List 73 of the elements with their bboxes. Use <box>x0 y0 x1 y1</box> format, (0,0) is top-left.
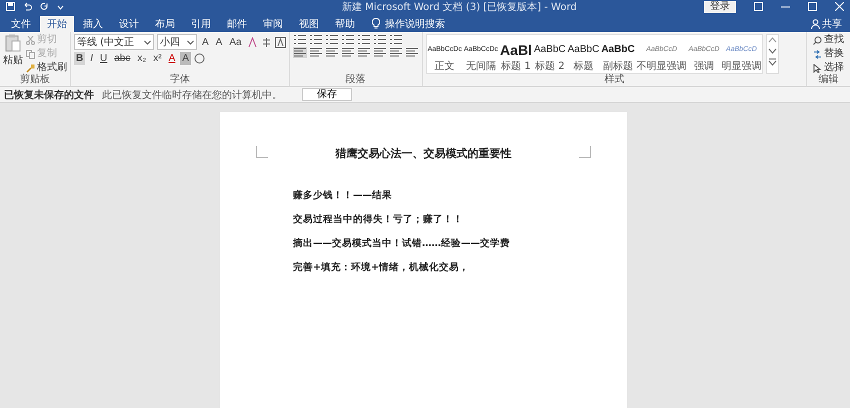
more-styles-icon[interactable] <box>768 58 778 66</box>
font-size-field[interactable]: 小四 <box>157 34 197 50</box>
scroll-down-icon[interactable] <box>768 47 778 55</box>
copy-icon <box>26 50 35 58</box>
style-gallery-item[interactable]: AaBbC 副标题 <box>600 35 636 73</box>
save-icon[interactable] <box>6 2 15 11</box>
style-gallery-item[interactable]: AaBbC 标题 2 <box>532 35 567 73</box>
ribbon-tab[interactable]: 开始 <box>40 16 74 32</box>
ribbon-tab[interactable]: 文件 <box>4 16 38 32</box>
share-button[interactable]: 共享 <box>822 16 842 32</box>
character-border-icon[interactable] <box>274 36 286 48</box>
style-gallery-item[interactable]: AaBl 标题 1 <box>499 35 533 73</box>
group-label: 编辑 <box>818 74 840 85</box>
login-button[interactable]: 登录 <box>704 0 736 12</box>
undo-icon[interactable] <box>23 2 32 11</box>
scissors-icon <box>26 36 35 44</box>
font-button[interactable]: A <box>200 36 211 48</box>
ribbon-tab[interactable]: 插入 <box>76 16 110 32</box>
margin-corner-mark <box>256 146 268 158</box>
style-gallery-item[interactable]: AaBbC 标题 <box>566 35 600 73</box>
window-title: 新建 Microsoft Word 文档 (3) [已恢复版本] - Word <box>342 0 577 14</box>
scroll-up-icon[interactable] <box>768 36 778 44</box>
group-label: 剪贴板 <box>19 74 51 85</box>
tell-me-search[interactable]: 操作说明搜索 <box>385 16 445 32</box>
replace-icon <box>813 50 822 58</box>
dropdown-caret-icon[interactable] <box>144 40 151 44</box>
font-button[interactable]: Aa <box>227 36 244 48</box>
search-icon <box>813 36 822 44</box>
font-name-field[interactable]: 等线 (中文正 <box>74 34 154 50</box>
margin-corner-mark <box>579 146 591 158</box>
font-button[interactable]: B <box>74 52 86 65</box>
ribbon-tab[interactable]: 帮助 <box>328 16 362 32</box>
select-button[interactable]: 选择 <box>813 62 844 74</box>
ribbon-tab[interactable]: 邮件 <box>220 16 254 32</box>
document-paragraph: 完善+填充：环境+情绪，机械化交易， <box>293 261 470 274</box>
font-button[interactable]: A <box>166 52 178 65</box>
document-paragraph: 交易过程当中的得失！亏了；赚了！！ <box>293 213 464 226</box>
font-button[interactable]: x² <box>151 52 164 65</box>
redo-icon[interactable] <box>40 2 49 11</box>
enclose-character-icon[interactable] <box>194 53 205 64</box>
group-label: 样式 <box>603 74 626 85</box>
document-paragraph: 摘出——交易模式当中！试错……经验——交学费 <box>293 237 511 250</box>
group-label: 段落 <box>344 74 367 85</box>
format-painter-button[interactable]: 格式刷 <box>26 62 67 74</box>
font-button[interactable]: U <box>98 52 110 65</box>
bullet-list-icon[interactable] <box>292 34 307 45</box>
font-button[interactable]: x₂ <box>135 52 148 65</box>
font-button[interactable]: abc <box>112 52 132 65</box>
info-bar-title: 已恢复未保存的文件 <box>4 88 94 102</box>
ribbon-tab[interactable]: 审阅 <box>256 16 290 32</box>
ribbon-tab[interactable]: 引用 <box>184 16 218 32</box>
paste-button[interactable]: 粘贴 <box>3 34 23 74</box>
font-button[interactable]: A <box>214 36 224 48</box>
group-label: 字体 <box>168 74 191 85</box>
maximize-icon[interactable] <box>808 2 817 11</box>
find-button[interactable]: 查找 <box>813 34 844 46</box>
ribbon-tab[interactable]: 视图 <box>292 16 326 32</box>
paintbrush-icon <box>26 64 35 72</box>
font-button[interactable]: I <box>88 52 96 65</box>
cursor-arrow-icon <box>813 64 822 72</box>
ribbon-tab[interactable]: 设计 <box>112 16 146 32</box>
lightbulb-icon <box>372 18 380 29</box>
save-button[interactable]: 保存 <box>302 88 352 101</box>
person-icon <box>811 19 820 29</box>
close-icon[interactable] <box>835 2 844 11</box>
replace-button[interactable]: 替换 <box>813 48 844 60</box>
dropdown-caret-icon[interactable] <box>187 40 194 44</box>
ribbon-tab[interactable]: 布局 <box>148 16 182 32</box>
document-paragraph: 赚多少钱！！——结果 <box>293 189 393 202</box>
align-left-icon[interactable] <box>292 47 307 58</box>
font-button[interactable]: A <box>180 52 191 65</box>
info-bar-message: 此已恢复文件临时存储在您的计算机中。 <box>102 88 282 102</box>
document-title: 猎鹰交易心法一、交易模式的重要性 <box>334 146 512 161</box>
